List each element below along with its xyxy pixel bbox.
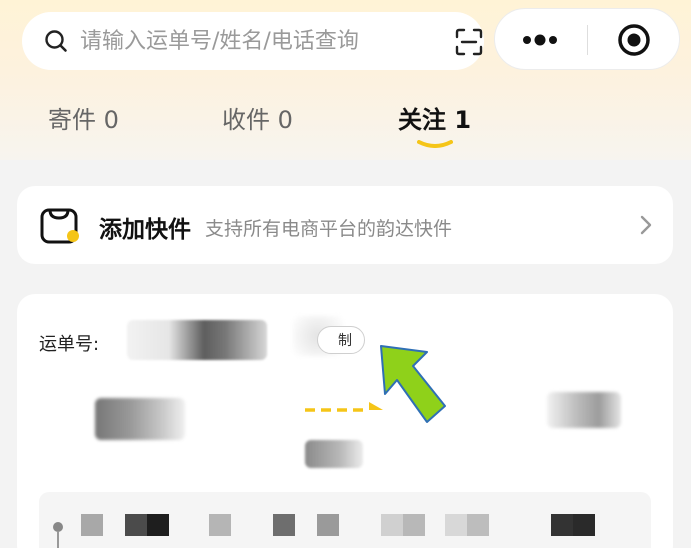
search-input[interactable] — [80, 22, 420, 60]
redacted-origin-city — [95, 398, 185, 440]
redacted-tracking-text — [81, 514, 103, 536]
shipment-card[interactable]: 运单号: 制 — [17, 294, 673, 548]
redacted-status — [305, 440, 363, 468]
annotation-pointer-arrow-icon — [380, 345, 446, 423]
tracking-route-box — [39, 492, 651, 548]
add-shipment-title: 添加快件 — [99, 217, 191, 243]
tab-sent-label: 寄件 0 — [48, 106, 119, 134]
tab-received[interactable]: 收件 0 — [222, 100, 293, 135]
tab-sent[interactable]: 寄件 0 — [48, 100, 119, 135]
redacted-tracking-text — [273, 514, 295, 536]
redacted-tracking-text — [445, 514, 467, 536]
redacted-tracking-text — [467, 514, 489, 536]
copy-button-label: 制 — [338, 333, 352, 349]
capsule-divider — [587, 25, 588, 55]
close-target-icon[interactable] — [617, 23, 651, 57]
redacted-tracking-text — [573, 514, 595, 536]
redacted-tracking-text — [403, 514, 425, 536]
copy-button[interactable]: 制 — [317, 326, 365, 354]
tab-following[interactable]: 关注 1 — [398, 100, 472, 148]
tab-received-label: 收件 0 — [222, 106, 293, 134]
redacted-tracking-text — [317, 514, 339, 536]
redacted-tracking-text — [147, 514, 169, 536]
add-shipment-subtitle: 支持所有电商平台的韵达快件 — [205, 218, 453, 240]
waybill-number-label: 运单号: — [39, 334, 100, 355]
redacted-tracking-text — [551, 514, 573, 536]
package-bag-icon — [40, 208, 79, 244]
route-line — [57, 532, 59, 548]
chevron-right-icon — [640, 215, 652, 235]
tab-following-label: 关注 1 — [398, 106, 472, 134]
more-dots-icon — [523, 34, 557, 46]
route-start-dot — [53, 522, 63, 532]
search-bar[interactable] — [22, 12, 484, 70]
redacted-tracking-text — [381, 514, 403, 536]
mini-program-capsule — [494, 8, 680, 70]
redacted-tracking-text — [125, 514, 147, 536]
tab-bar: 寄件 0 收件 0 关注 1 — [0, 100, 691, 160]
redacted-tracking-text — [209, 514, 231, 536]
active-tab-indicator — [416, 140, 453, 148]
scan-icon[interactable] — [454, 27, 484, 57]
search-icon — [45, 30, 67, 52]
redacted-waybill-number — [127, 320, 267, 360]
redacted-destination-city — [547, 392, 621, 428]
add-shipment-card[interactable]: 添加快件 支持所有电商平台的韵达快件 — [17, 186, 673, 264]
more-button[interactable] — [519, 26, 561, 54]
